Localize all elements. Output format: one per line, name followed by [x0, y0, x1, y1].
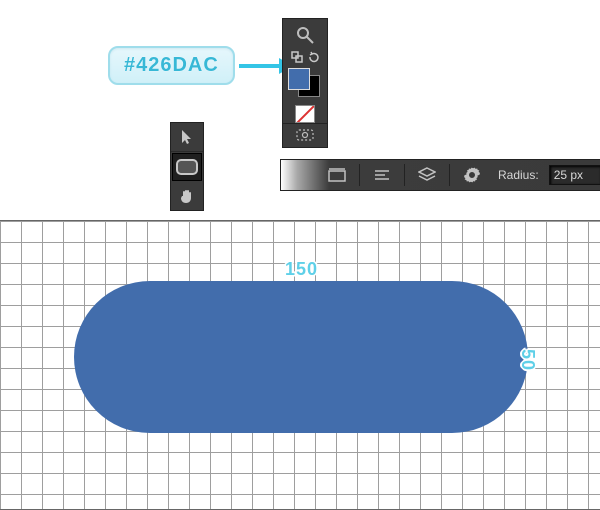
fg-bg-swatches[interactable] [290, 70, 320, 97]
rounded-rectangle-icon [176, 159, 198, 175]
rounded-rectangle-shape[interactable] [74, 281, 528, 433]
hand-tool-button[interactable] [171, 182, 203, 210]
hex-value-badge: #426DAC [108, 46, 235, 85]
separator-icon [449, 164, 450, 186]
quickmask-icon[interactable] [283, 123, 327, 143]
path-mode-icon[interactable] [325, 164, 349, 186]
color-swatch-panel [282, 18, 328, 148]
mini-toolbox [170, 122, 204, 211]
width-dimension-label: 150 [285, 259, 318, 280]
move-tool-button[interactable] [171, 123, 203, 152]
radius-label: Radius: [498, 168, 539, 182]
magnifier-icon[interactable] [291, 22, 319, 47]
align-icon[interactable] [370, 164, 394, 186]
cycle-icon[interactable] [307, 50, 321, 64]
height-dimension-label: 50 [517, 349, 538, 371]
canvas-area[interactable]: 150 50 [0, 220, 600, 510]
rounded-rectangle-tool-button[interactable] [172, 153, 202, 181]
swap-colors-icon[interactable] [290, 50, 304, 64]
shape-options-bar: Radius: [280, 159, 600, 191]
layers-icon[interactable] [415, 164, 439, 186]
separator-icon [404, 164, 405, 186]
none-color-swatch[interactable] [295, 105, 315, 123]
radius-input[interactable] [549, 165, 600, 185]
foreground-color-swatch[interactable] [288, 68, 310, 90]
separator-icon [359, 164, 360, 186]
hex-callout: #426DAC [108, 46, 291, 85]
gear-icon[interactable] [460, 164, 484, 186]
